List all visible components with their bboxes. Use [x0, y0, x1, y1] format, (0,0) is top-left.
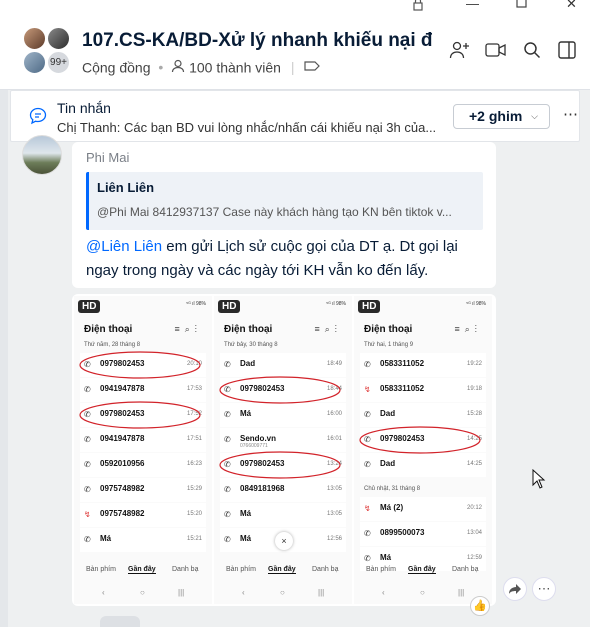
left-edge	[0, 90, 8, 627]
forward-button[interactable]	[503, 577, 527, 601]
red-annotation-circles	[219, 376, 341, 479]
quote-author: Liên Liên	[97, 180, 155, 195]
phone-tab: Danh bạ	[452, 566, 479, 573]
red-annotation-circles	[359, 426, 481, 454]
sender-avatar[interactable]	[22, 135, 62, 175]
group-avatar[interactable]: 99+	[20, 26, 75, 78]
member-count[interactable]: 100 thành viên	[189, 59, 281, 75]
sidebar-toggle-icon[interactable]	[558, 41, 576, 64]
annotation-ellipse	[79, 351, 201, 379]
conversation-title[interactable]: 107.CS-KA/BD-Xử lý nhanh khiếu nại đối t	[82, 30, 432, 52]
window-titlebar: — ✕	[0, 0, 590, 14]
mouse-cursor-icon	[532, 468, 546, 494]
phone-tab: Gần đây	[128, 566, 156, 574]
add-member-icon[interactable]	[449, 40, 471, 65]
phone-tab: Bàn phím	[86, 566, 116, 573]
annotation-ellipse	[219, 376, 341, 404]
search-icon[interactable]	[523, 41, 541, 64]
annotation-ellipse	[219, 451, 341, 479]
annotation-ellipse	[79, 401, 201, 429]
chevron-down-icon: ⌵	[531, 111, 538, 121]
mention-link[interactable]: @Liên Liên	[86, 238, 162, 255]
tag-icon[interactable]	[304, 59, 321, 75]
pinned-message-bar[interactable]: Tin nhắn Chị Thanh: Các bạn BD vui lòng …	[10, 90, 580, 142]
close-icon[interactable]: ✕	[566, 0, 577, 11]
conversation-type: Cộng đồng	[82, 59, 151, 76]
more-pins-button[interactable]: +2 ghim ⌵	[453, 104, 550, 129]
phone-screenshot: HD ⁵ᴳ ıl 98% Điện thoại ≡⌕⋮ Thứ bảy, 30 thán…	[214, 296, 352, 604]
annotation-ellipse	[359, 426, 481, 454]
phone-tab: Danh bạ	[312, 566, 339, 573]
pinned-preview: Chị Thanh: Các bạn BD vui lòng nhắc/nhấn…	[57, 120, 437, 135]
lock-icon[interactable]	[412, 0, 424, 14]
chat-bubble-icon	[29, 107, 47, 130]
minimize-icon[interactable]: —	[466, 0, 479, 11]
phone-tab: Bàn phím	[226, 566, 256, 573]
conversation-meta: Cộng đồng • 100 thành viên |	[82, 58, 321, 76]
sender-name[interactable]: Phi Mai	[86, 150, 129, 165]
close-overlay-icon[interactable]: ×	[275, 532, 293, 550]
maximize-icon[interactable]	[516, 0, 527, 11]
phone-tab: Danh bạ	[172, 566, 199, 573]
conversation-header: 99+ 107.CS-KA/BD-Xử lý nhanh khiếu nại đ…	[0, 14, 590, 90]
message-text: @Liên Liên em gửi Lịch sử cuộc gọi của D…	[86, 235, 486, 283]
image-attachment[interactable]: HD ⁵ᴳ ıl 98% Điện thoại ≡⌕⋮ Thứ năm, 28 thán…	[72, 294, 496, 606]
like-reaction-icon[interactable]: 👍	[470, 596, 490, 616]
quote-text: @Phi Mai 8412937137 Case này khách hàng …	[97, 205, 452, 219]
phone-tab: Bàn phím	[366, 566, 396, 573]
phone-screenshot: HD ⁵ᴳ ıl 98% Điện thoại ≡⌕⋮ Thứ năm, 28 thán…	[74, 296, 212, 604]
red-annotation-circles	[79, 351, 201, 429]
phone-screenshot: HD ⁵ᴳ ıl 98% Điện thoại ≡⌕⋮ Thứ hai, 1 tháng…	[354, 296, 492, 604]
next-message-stub	[100, 616, 140, 627]
more-pins-label: +2 ghim	[469, 108, 523, 124]
video-call-icon[interactable]	[485, 42, 507, 63]
member-count-badge: 99+	[46, 50, 71, 75]
phone-tab: Gần đây	[408, 566, 436, 574]
user-icon	[171, 59, 189, 76]
phone-tab: Gần đây	[268, 566, 296, 574]
pinned-label: Tin nhắn	[57, 100, 111, 116]
more-actions-button[interactable]: ⋯	[532, 577, 556, 601]
quoted-message[interactable]: Liên Liên @Phi Mai 8412937137 Case này k…	[86, 172, 483, 230]
more-options-icon[interactable]: ⋯	[563, 105, 578, 123]
